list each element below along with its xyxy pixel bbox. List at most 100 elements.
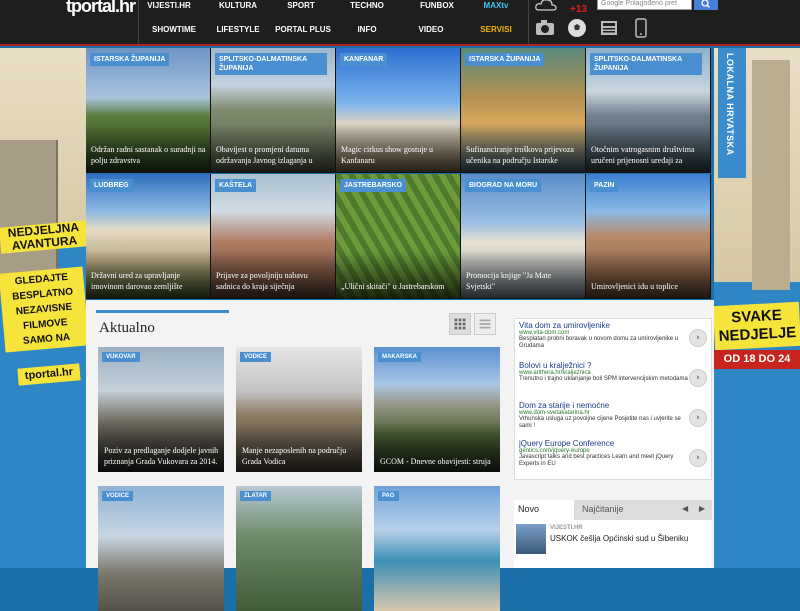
aktualno-card[interactable]: PAG [374, 486, 500, 611]
card-image [374, 486, 500, 611]
card-tag[interactable]: VODICE [240, 352, 272, 362]
ad-left-tower-image [0, 140, 58, 285]
tile-tag[interactable]: BIOGRAD NA MORU [465, 179, 542, 192]
camera-icon[interactable] [534, 17, 556, 39]
news-thumbnail[interactable] [516, 524, 546, 554]
news-tile[interactable]: LUDBREG Državni ured za upravljanje imovi… [86, 174, 211, 299]
search-input[interactable]: Google Prilagođeno pret [597, 0, 692, 10]
nav-techno[interactable]: TECHNO [336, 1, 398, 10]
temperature-readout: +13 [570, 4, 587, 15]
news-tile[interactable]: ISTARSKA ŽUPANIJA Održan radni sastanak o… [86, 48, 211, 173]
tab-najcitanije[interactable]: Najčitanije [582, 504, 624, 514]
card-tag[interactable]: ZLATAR [240, 491, 272, 501]
aktualno-card[interactable]: VUKOVAR Poziv za predlaganje dodjele javn… [98, 347, 224, 472]
ad-item[interactable]: Dom za starije i nemoćne www.dom-svetakat… [519, 401, 695, 430]
news-tile[interactable]: JASTREBARSKO „Ulični skitači" u Jastrebar… [336, 174, 461, 299]
tile-title[interactable]: Održan radni sastanak o suradnji na polj… [91, 144, 206, 166]
aktualno-card[interactable]: MAKARSKA GCOM - Dnevne obavijesti: struja [374, 347, 500, 472]
nav-servisi[interactable]: SERVISI [468, 25, 524, 34]
tile-title[interactable]: Magic cirkus show gostuje u Kanfanaru [341, 144, 456, 166]
ad-item[interactable]: jQuery Europe Conference gentics.com/jque… [519, 439, 695, 468]
lokalna-hrvatska-ribbon[interactable]: LOKALNA HRVATSKA [718, 48, 746, 178]
card-tag[interactable]: PAG [378, 491, 399, 501]
nav-sport[interactable]: SPORT [270, 1, 332, 10]
soccer-ball-icon[interactable] [566, 17, 588, 39]
news-tile[interactable]: KANFANAR Magic cirkus show gostuje u Kanf… [336, 48, 461, 173]
ad-title[interactable]: Bolovi u kralježnici ? [519, 361, 695, 370]
sponsored-ads-box: Vita dom za umirovljenike www.vita-dom.co… [514, 318, 712, 480]
list-view-icon[interactable] [474, 313, 496, 335]
news-tile[interactable]: SPLITSKO-DALMATINSKA ŽUPANIJA Obavijest o… [211, 48, 336, 173]
next-arrow-icon[interactable]: ▶ [699, 504, 705, 513]
site-logo[interactable]: tportal.hr [66, 0, 136, 17]
news-tile[interactable]: PAZIN Umirovljenici idu u toplice [586, 174, 711, 299]
news-tabs: Novo Najčitanije ◀ ▶ [514, 500, 712, 520]
news-tile[interactable]: SPLITSKO-DALMATINSKA ŽUPANIJA Otočnim vat… [586, 48, 711, 173]
tile-title[interactable]: Otočnim vatrogasnim društvima uručeni pr… [591, 144, 706, 166]
card-tag[interactable]: VUKOVAR [102, 352, 140, 362]
card-tag[interactable]: MAKARSKA [378, 352, 421, 362]
nav-lifestyle[interactable]: LIFESTYLE [207, 25, 269, 34]
news-tile[interactable]: KAŠTELA Prijave za povoljniju nabavu sadn… [211, 174, 336, 299]
search-button[interactable] [694, 0, 718, 10]
tile-title[interactable]: Sufinanciranje troškova prijevoza učenik… [466, 144, 581, 166]
tile-tag[interactable]: ISTARSKA ŽUPANIJA [465, 53, 545, 66]
ad-right-dates: OD 18 DO 24 [714, 350, 800, 369]
ad-arrow-icon[interactable]: › [689, 369, 707, 387]
tile-tag[interactable]: SPLITSKO-DALMATINSKA ŽUPANIJA [590, 53, 702, 75]
nav-video[interactable]: VIDEO [402, 25, 460, 34]
ad-item[interactable]: Vita dom za umirovljenike www.vita-dom.co… [519, 321, 695, 350]
weather-cloud-icon[interactable] [535, 0, 557, 12]
tile-tag[interactable]: LUDBREG [90, 179, 133, 192]
aktualno-card[interactable]: ZLATAR [236, 486, 362, 611]
nav-portal-plus[interactable]: PORTAL PLUS [270, 25, 336, 34]
card-image [98, 486, 224, 611]
tile-tag[interactable]: KANFANAR [340, 53, 388, 66]
tile-tag[interactable]: SPLITSKO-DALMATINSKA ŽUPANIJA [215, 53, 327, 75]
aktualno-card[interactable]: VODICE Manje nezaposlenih na području Gra… [236, 347, 362, 472]
nav-maxtv[interactable]: MAXtv [470, 1, 522, 10]
news-tile[interactable]: BIOGRAD NA MORU Promocija knjige "Ja Mate… [461, 174, 586, 299]
search-brand: Google [601, 0, 624, 7]
ad-arrow-icon[interactable]: › [689, 329, 707, 347]
news-title[interactable]: USKOK češlja Općinski sud u Šibeniku [550, 534, 700, 544]
news-tile[interactable]: ISTARSKA ŽUPANIJA Sufinanciranje troškova… [461, 48, 586, 173]
ad-left-headline: NEDJELJNA AVANTURA [0, 220, 89, 254]
nav-funbox[interactable]: FUNBOX [408, 1, 466, 10]
newspaper-icon[interactable] [598, 17, 620, 39]
card-title[interactable]: Poziv za predlaganje dodjele javnih priz… [104, 445, 220, 467]
ad-title[interactable]: Vita dom za umirovljenike [519, 321, 695, 330]
search-icon [701, 0, 710, 8]
ad-right-tower-image [752, 60, 790, 290]
tile-title[interactable]: Promocija knjige "Ja Mate Svjetski" [466, 270, 581, 292]
aktualno-card[interactable]: VODICE [98, 486, 224, 611]
tile-tag[interactable]: ISTARSKA ŽUPANIJA [90, 53, 170, 66]
tab-novo[interactable]: Novo [514, 500, 574, 520]
ad-arrow-icon[interactable]: › [689, 409, 707, 427]
mobile-phone-icon[interactable] [630, 17, 652, 39]
tile-title[interactable]: Obavijest o promjeni datuma održavanja J… [216, 144, 331, 166]
left-background-ad[interactable]: NEDJELJNA AVANTURA GLEDAJTE BESPLATNO NEZ… [0, 48, 90, 568]
tile-title[interactable]: Državni ured za upravljanje imovinom dar… [91, 270, 206, 292]
nav-kultura[interactable]: KULTURA [207, 1, 269, 10]
tile-title[interactable]: „Ulični skitači" u Jastrebarskom [341, 281, 456, 292]
tile-title[interactable]: Prijave za povoljniju nabavu sadnica do … [216, 270, 331, 292]
ad-item[interactable]: Bolovi u kralježnici ? www.arithera.hr/kr… [519, 361, 695, 383]
search-placeholder: Prilagođeno pret [625, 0, 677, 7]
grid-view-icon[interactable] [449, 313, 471, 335]
card-title[interactable]: GCOM - Dnevne obavijesti: struja [380, 456, 496, 467]
card-tag[interactable]: VODICE [102, 491, 134, 501]
tile-tag[interactable]: JASTREBARSKO [340, 179, 406, 192]
card-title[interactable]: Manje nezaposlenih na području Grada Vod… [242, 445, 358, 467]
nav-showtime[interactable]: SHOWTIME [140, 25, 208, 34]
ad-title[interactable]: jQuery Europe Conference [519, 439, 695, 448]
nav-info[interactable]: INFO [336, 25, 398, 34]
nav-vijesti[interactable]: VIJESTI.HR [140, 1, 198, 10]
tile-tag[interactable]: PAZIN [590, 179, 619, 192]
ad-arrow-icon[interactable]: › [689, 449, 707, 467]
lokalna-label: LOKALNA HRVATSKA [725, 53, 735, 156]
prev-arrow-icon[interactable]: ◀ [682, 504, 688, 513]
ad-title[interactable]: Dom za starije i nemoćne [519, 401, 695, 410]
tile-tag[interactable]: KAŠTELA [215, 179, 257, 192]
tile-title[interactable]: Umirovljenici idu u toplice [591, 281, 706, 292]
